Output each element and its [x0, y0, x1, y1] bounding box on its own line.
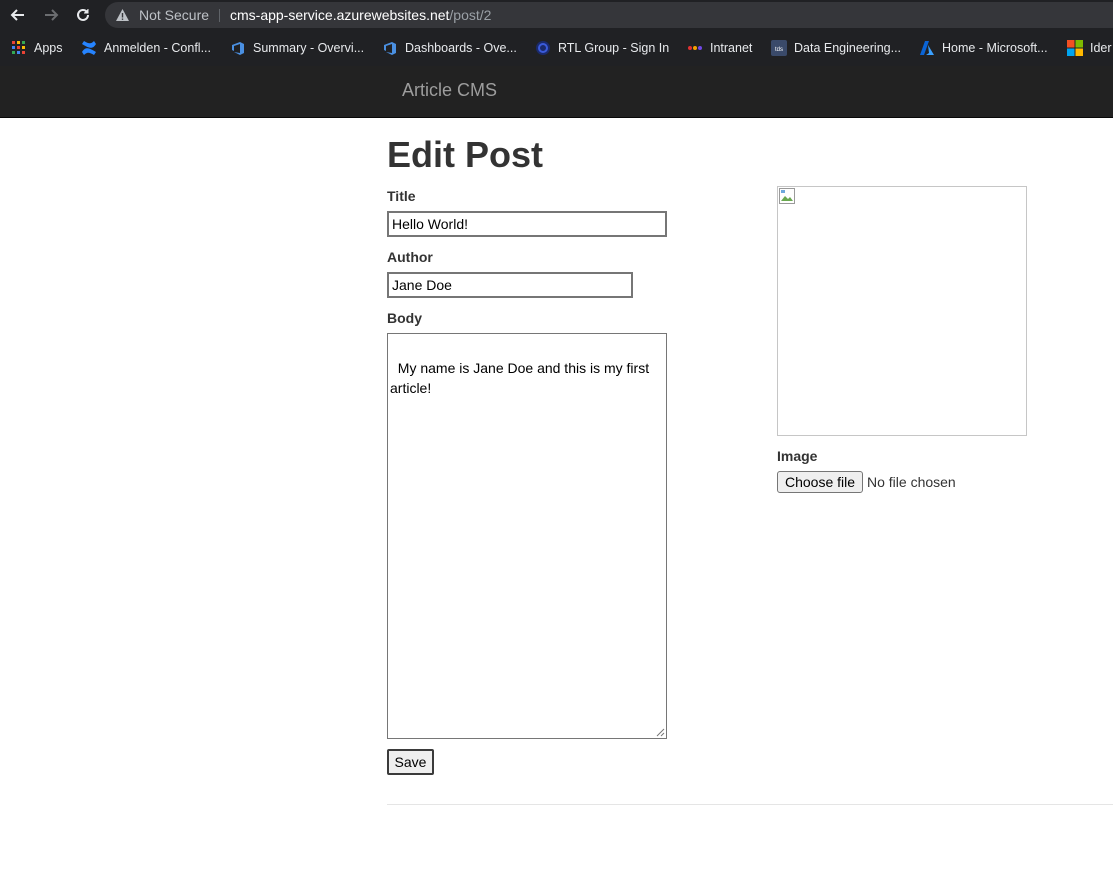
bookmark-home-microsoft[interactable]: Home - Microsoft...: [919, 30, 1048, 66]
microsoft-icon: [1067, 40, 1083, 56]
brand-link[interactable]: Article CMS: [402, 80, 497, 101]
post-image: [777, 186, 1027, 436]
url-path: /post/2: [449, 7, 492, 23]
bookmark-intranet[interactable]: Intranet: [687, 30, 752, 66]
save-button[interactable]: Save: [387, 749, 434, 775]
reload-icon: [77, 8, 89, 21]
title-label: Title: [387, 188, 416, 204]
bookmark-label: Anmelden - Confl...: [104, 41, 211, 55]
azure-devops-icon: [230, 40, 246, 56]
url-text[interactable]: cms-app-service.azurewebsites.net/post/2: [230, 2, 491, 28]
body-label: Body: [387, 310, 422, 326]
bookmark-confluence[interactable]: Anmelden - Confl...: [81, 30, 211, 66]
bookmark-rtl[interactable]: RTL Group - Sign In: [535, 30, 669, 66]
bookmark-label: Home - Microsoft...: [942, 41, 1048, 55]
body-textarea[interactable]: My name is Jane Doe and this is my first…: [387, 333, 667, 739]
page-title: Edit Post: [387, 134, 544, 175]
resize-handle-icon[interactable]: [656, 728, 665, 737]
bookmark-apps[interactable]: Apps: [11, 30, 63, 66]
bookmark-label: Ider: [1090, 41, 1112, 55]
tds-icon: tds: [771, 40, 787, 56]
bookmark-dashboards[interactable]: Dashboards - Ove...: [382, 30, 517, 66]
back-arrow-icon: [10, 9, 24, 21]
author-input[interactable]: Jane Doe: [387, 272, 633, 298]
intranet-icon: [687, 40, 703, 56]
file-status: No file chosen: [867, 474, 956, 490]
rtl-icon: [535, 40, 551, 56]
azure-devops-icon: [382, 40, 398, 56]
browser-toolbar: Not Secure cms-app-service.azurewebsites…: [0, 0, 1113, 30]
confluence-icon: [81, 40, 97, 56]
author-label: Author: [387, 249, 433, 265]
divider: [387, 804, 1113, 805]
bookmark-data-engineering[interactable]: tds Data Engineering...: [771, 30, 901, 66]
back-button[interactable]: [8, 5, 28, 25]
svg-text:tds: tds: [775, 47, 783, 53]
reload-button[interactable]: [73, 5, 93, 25]
bookmark-summary[interactable]: Summary - Overvi...: [230, 30, 364, 66]
choose-file-button[interactable]: Choose file: [777, 471, 863, 493]
omnibox-divider: [219, 9, 220, 22]
bookmark-label: Dashboards - Ove...: [405, 41, 517, 55]
body-text: My name is Jane Doe and this is my first…: [390, 360, 653, 396]
address-bar[interactable]: Not Secure cms-app-service.azurewebsites…: [105, 2, 1113, 28]
title-input[interactable]: Hello World!: [387, 211, 667, 237]
url-host: cms-app-service.azurewebsites.net: [230, 7, 450, 23]
broken-image-icon: [779, 188, 795, 204]
forward-arrow-icon: [45, 9, 59, 21]
site-navbar: Article CMS: [0, 66, 1113, 118]
bookmarks-bar: Apps Anmelden - Confl... Summary - Overv…: [0, 30, 1113, 67]
bookmark-label: RTL Group - Sign In: [558, 41, 670, 55]
bookmark-label: Summary - Overvi...: [253, 41, 365, 55]
bookmark-label: Data Engineering...: [794, 41, 902, 55]
warning-icon: [116, 9, 129, 21]
bookmark-identity[interactable]: Ider: [1067, 30, 1112, 66]
forward-button[interactable]: [41, 5, 61, 25]
bookmark-label: Apps: [34, 41, 63, 55]
bookmark-label: Intranet: [710, 41, 753, 55]
security-status[interactable]: Not Secure: [139, 2, 209, 28]
apps-grid-icon: [11, 40, 27, 56]
azure-icon: [919, 40, 935, 56]
image-label: Image: [777, 448, 818, 464]
